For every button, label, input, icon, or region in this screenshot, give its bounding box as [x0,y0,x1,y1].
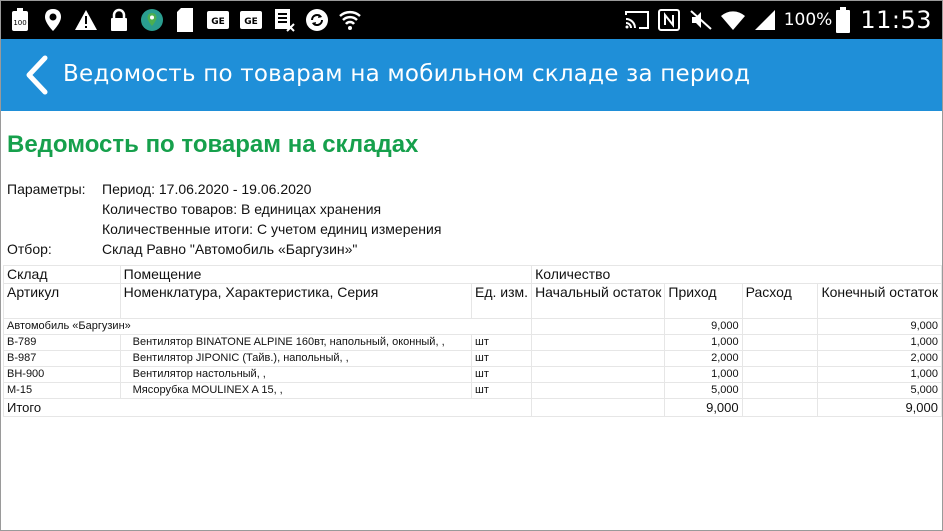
cell-income: 5,000 [664,382,743,399]
mute-icon [688,7,714,33]
total-closing: 9,000 [817,398,942,417]
col-unit: Ед. изм. [471,283,533,319]
status-bar: 100 GE GE 100% 11:53 [1,1,942,39]
table-row: M-15 Мясорубка MOULINEX A 15, , шт 5,000… [3,382,942,399]
table-row: BH-900 Вентилятор настольный, , шт 1,000… [3,366,942,383]
signal-icon [752,7,778,33]
group-name: Автомобиль «Баргузин» [2,318,533,335]
col-room: Помещение [119,265,533,284]
report-table: Склад Помещение Количество Артикул Номен… [2,265,942,417]
cell-unit: шт [471,366,533,383]
maps-icon [139,7,165,33]
cast-icon [624,7,650,33]
cell-unit: шт [471,382,533,399]
page-title: Ведомость по товарам на мобильном складе… [63,61,751,87]
location-pin-icon [40,7,66,33]
excel-icon [271,7,297,33]
report-heading: Ведомость по товарам на складах [7,131,419,158]
cell-unit: шт [471,334,533,351]
col-opening: Начальный остаток [531,283,666,319]
cell-income: 1,000 [664,366,743,383]
chevron-left-icon [26,55,48,95]
battery-icon [836,7,851,33]
cell-name: Вентилятор настольный, , [119,366,473,383]
ge-icon: GE [205,7,231,33]
cell-article: B-987 [3,350,121,367]
cell-unit: шт [471,350,533,367]
col-closing: Конечный остаток [817,283,942,319]
svg-text:100: 100 [13,19,26,27]
cell-name: Вентилятор JIPONIC (Тайв.), напольный, , [119,350,473,367]
col-expense: Расход [741,283,819,319]
cell-article: M-15 [3,382,121,399]
cell-income: 2,000 [664,350,743,367]
table-row: B-789 Вентилятор BINATONE ALPINE 160вт, … [3,334,942,351]
params-label: Параметры: [7,181,86,197]
cell-closing: 1,000 [817,334,942,351]
filter-label: Отбор: [7,241,52,257]
notification-icons: 100 GE GE [7,7,370,33]
cell-closing: 2,000 [817,350,942,367]
report-parameters: Параметры: Период: 17.06.2020 - 19.06.20… [7,179,941,259]
table-header-row: Склад Помещение Количество [3,265,942,284]
cell-income: 9,000 [664,318,743,335]
clock: 11:53 [860,6,932,34]
warning-icon [73,7,99,33]
col-nomenclature: Номенклатура, Характеристика, Серия [119,283,473,319]
sync-icon [304,7,330,33]
wifi-shield-icon [337,7,363,33]
report: Ведомость по товарам на складах Параметр… [7,119,941,259]
cell-closing: 5,000 [817,382,942,399]
app-window: 100 GE GE 100% 11:53 Ведомость по товара… [0,0,943,531]
sim-card-icon [172,7,198,33]
cell-article: BH-900 [3,366,121,383]
cell-article: B-789 [3,334,121,351]
back-button[interactable] [21,55,53,95]
battery-percent: 100% [783,10,833,30]
cell-closing: 9,000 [817,318,942,335]
battery-100-icon: 100 [7,7,33,33]
table-row: B-987 Вентилятор JIPONIC (Тайв.), наполь… [3,350,942,367]
ge-icon: GE [238,7,264,33]
filter-value: Склад Равно "Автомобиль «Баргузин»" [102,241,358,257]
cell-closing: 1,000 [817,366,942,383]
param-totals: Количественные итоги: С учетом единиц из… [102,221,442,237]
total-label: Итого [2,398,533,417]
cell-income: 1,000 [664,334,743,351]
col-warehouse: Склад [3,265,121,284]
col-article: Артикул [3,283,121,319]
system-icons: 100% 11:53 [624,5,932,35]
lock-icon [106,7,132,33]
param-period: Период: 17.06.2020 - 19.06.2020 [102,181,312,197]
nfc-icon [656,7,682,33]
total-row: Итого 9,000 9,000 [2,398,942,417]
total-income: 9,000 [664,398,743,417]
svg-text:GE: GE [244,17,258,27]
table-header-row: Артикул Номенклатура, Характеристика, Се… [3,283,942,319]
cell-name: Мясорубка MOULINEX A 15, , [119,382,473,399]
param-qty-mode: Количество товаров: В единицах хранения [102,201,382,217]
cell-name: Вентилятор BINATONE ALPINE 160вт, наполь… [119,334,473,351]
group-row: Автомобиль «Баргузин» 9,000 9,000 [2,318,942,335]
wifi-icon [720,7,746,33]
col-quantity: Количество [531,265,942,284]
app-bar: Ведомость по товарам на мобильном складе… [1,39,942,111]
svg-text:GE: GE [211,17,225,27]
col-income: Приход [664,283,743,319]
